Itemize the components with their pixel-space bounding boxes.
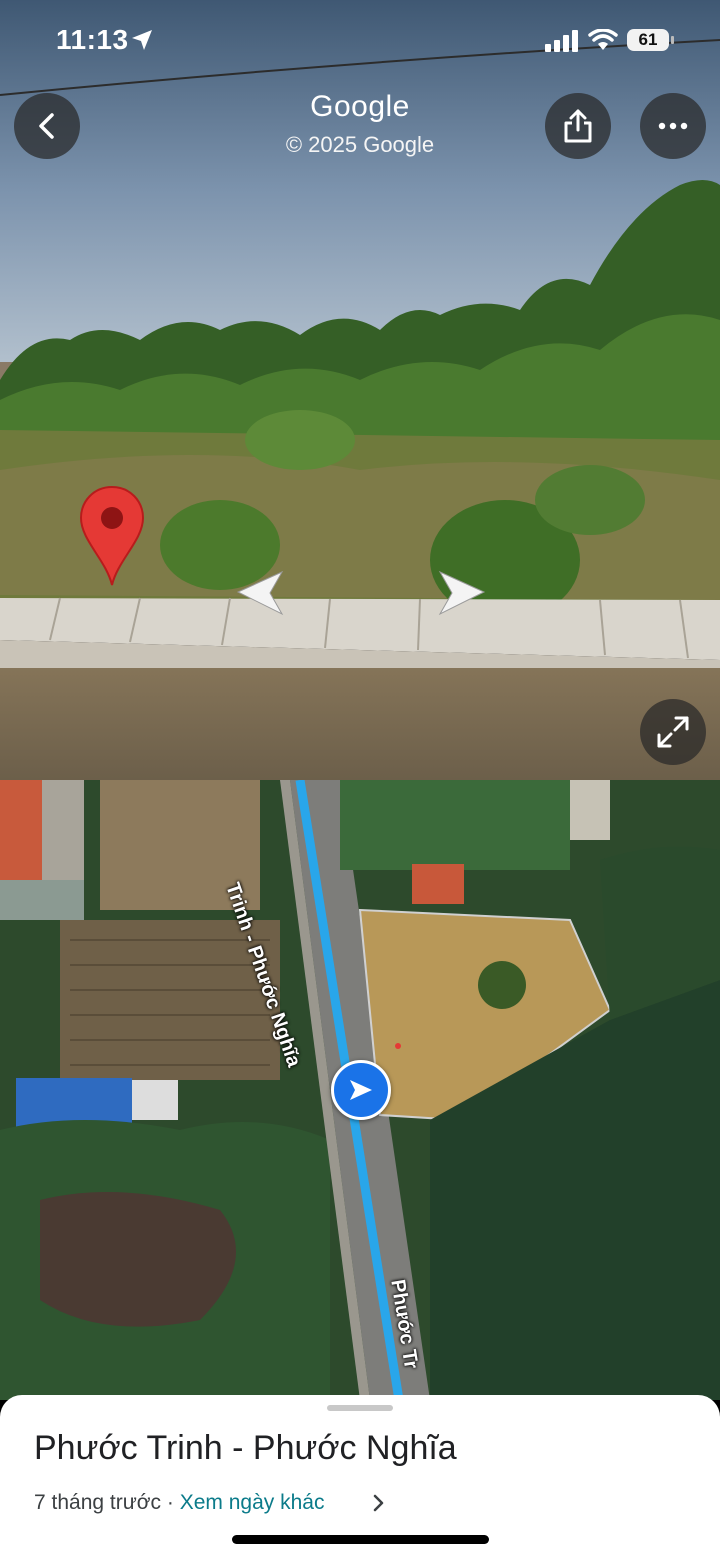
capture-age: 7 tháng trước bbox=[34, 1491, 162, 1514]
pan-left-arrow-icon[interactable] bbox=[234, 570, 286, 616]
other-dates-link[interactable]: Xem ngày khác bbox=[180, 1491, 325, 1514]
expand-icon bbox=[657, 716, 689, 748]
map-pin-icon bbox=[79, 485, 145, 586]
more-options-button[interactable] bbox=[640, 93, 706, 159]
expand-button[interactable] bbox=[640, 699, 706, 765]
cellular-signal-icon bbox=[545, 30, 578, 52]
battery-indicator: 61 bbox=[627, 29, 674, 51]
meta-separator: · bbox=[161, 1491, 180, 1514]
provider-title: Google bbox=[310, 90, 410, 123]
status-time: 11:13 bbox=[56, 24, 129, 55]
home-indicator bbox=[232, 1535, 489, 1544]
place-name: Phước Trinh - Phước Nghĩa bbox=[34, 1429, 457, 1467]
current-view-marker[interactable] bbox=[331, 1060, 391, 1120]
more-horizontal-icon bbox=[658, 122, 688, 130]
wifi-icon bbox=[588, 29, 618, 50]
status-bar: 11:13 61 bbox=[0, 0, 720, 80]
navigation-arrow-icon bbox=[350, 1080, 372, 1100]
share-icon bbox=[564, 109, 592, 143]
street-view-header: Google © 2025 Google bbox=[0, 90, 720, 158]
copyright-text: © 2025 Google bbox=[285, 132, 435, 157]
sheet-drag-handle[interactable] bbox=[327, 1405, 393, 1411]
place-info-sheet[interactable]: Phước Trinh - Phước Nghĩa 7 tháng trước … bbox=[0, 1395, 720, 1557]
chevron-right-icon[interactable] bbox=[372, 1493, 386, 1513]
capture-date-row: 7 tháng trước · Xem ngày khác bbox=[34, 1491, 324, 1515]
location-arrow-icon bbox=[132, 30, 152, 50]
share-button[interactable] bbox=[545, 93, 611, 159]
pan-right-arrow-icon[interactable] bbox=[436, 570, 488, 616]
